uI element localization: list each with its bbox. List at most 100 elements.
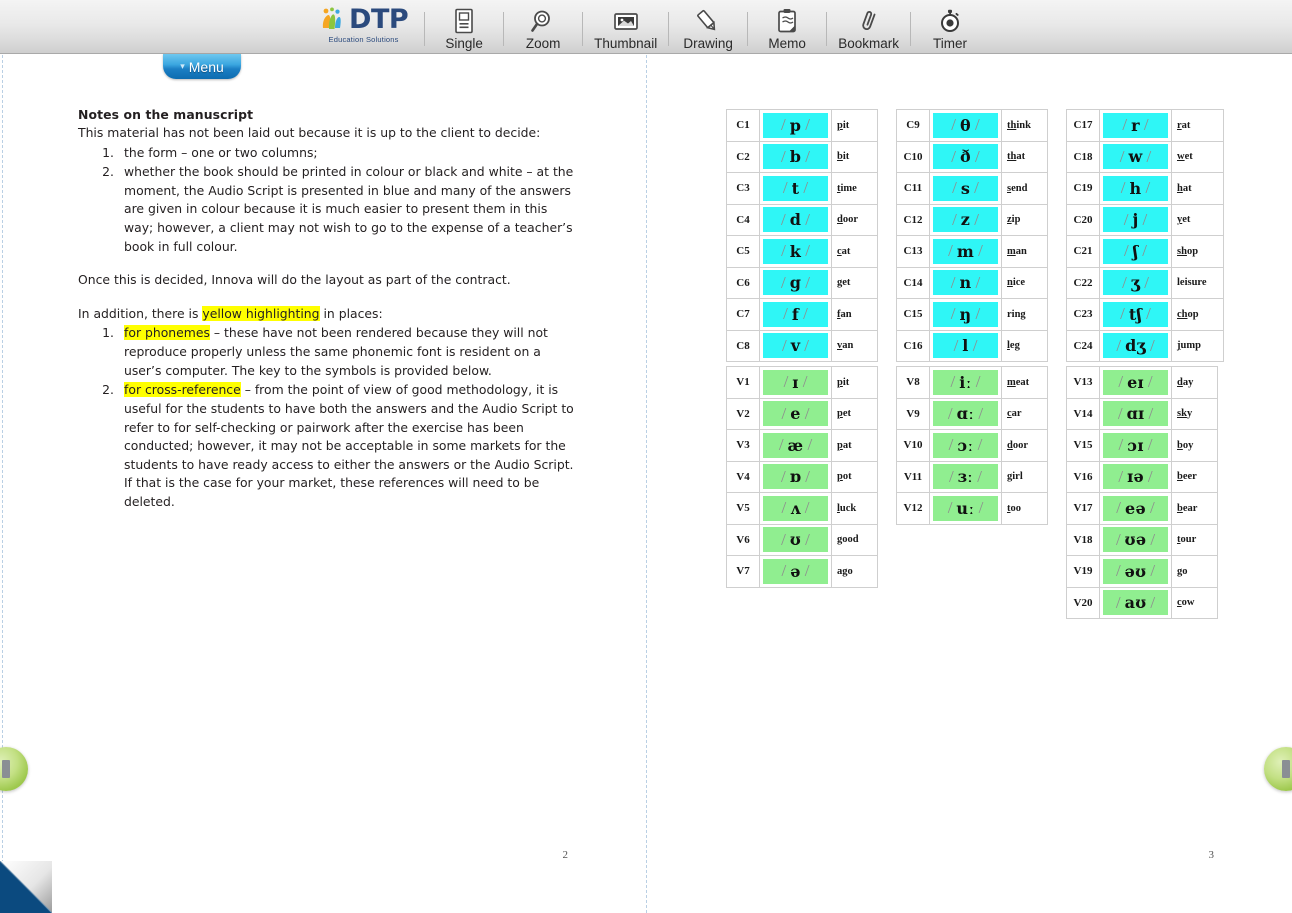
page-curl-corner[interactable] bbox=[0, 860, 53, 913]
phoneme-glyph: t bbox=[791, 178, 800, 198]
table-row: C23/tʃ / chop bbox=[1066, 298, 1224, 331]
toolbar-button-single[interactable]: Single bbox=[427, 0, 501, 54]
vowel-table-1: V1/ɪ / pit V2/e / pet V3/æ / pat V4/ɒ / pot V5/ʌ / luc… bbox=[726, 366, 878, 588]
toolbar-button-drawing[interactable]: Drawing bbox=[671, 0, 745, 54]
single-page-icon bbox=[452, 7, 476, 35]
table-row: V20/aʊ / cow bbox=[1066, 586, 1218, 619]
phoneme-symbol-highlight: / r / bbox=[1103, 112, 1168, 138]
example-word: zip bbox=[1001, 203, 1048, 236]
toolbar-divider bbox=[909, 11, 911, 46]
phoneme-glyph: w bbox=[1128, 147, 1143, 167]
underlined-grapheme: v bbox=[837, 340, 843, 352]
phoneme-glyph: aʊ bbox=[1124, 593, 1147, 613]
menu-tab-label: Menu bbox=[188, 58, 224, 75]
example-word: wet bbox=[1171, 140, 1224, 173]
slash-icon: / bbox=[805, 529, 810, 549]
toolbar-button-zoom[interactable]: Zoom bbox=[506, 0, 580, 54]
table-row: C9/θ / think bbox=[896, 109, 1048, 142]
phoneme-glyph: æ bbox=[787, 435, 804, 455]
slash-icon: / bbox=[1142, 209, 1148, 229]
slash-icon: / bbox=[804, 403, 810, 423]
toolbar-divider bbox=[424, 11, 426, 46]
paperclip-icon bbox=[856, 7, 882, 35]
list-marker: 2. bbox=[102, 382, 114, 398]
table-row: V4/ɒ / pot bbox=[726, 460, 878, 493]
phoneme-symbol-highlight: / j / bbox=[1103, 207, 1168, 233]
example-word: sky bbox=[1171, 397, 1218, 430]
clipboard-note-icon bbox=[776, 7, 798, 35]
pencil-icon bbox=[694, 7, 722, 35]
slash-icon: / bbox=[952, 209, 957, 229]
page-left[interactable]: Notes on the manuscript This material ha… bbox=[0, 55, 646, 913]
page-number-left: 2 bbox=[562, 849, 569, 861]
slash-icon: / bbox=[1119, 146, 1125, 166]
list-text: – from the point of view of good methodo… bbox=[124, 382, 574, 509]
slash-icon: / bbox=[1147, 466, 1153, 486]
underlined-grapheme: th bbox=[1007, 151, 1017, 163]
phoneme-symbol-cell: / æ / bbox=[759, 429, 832, 462]
slash-icon: / bbox=[975, 372, 981, 392]
example-word: tour bbox=[1171, 523, 1218, 556]
phoneme-glyph: tʃ bbox=[1128, 304, 1143, 324]
phoneme-symbol-highlight: / æ / bbox=[763, 432, 828, 458]
toolbar-button-memo[interactable]: Memo bbox=[750, 0, 824, 54]
example-word: door bbox=[831, 203, 878, 236]
phoneme-symbol-highlight: / ɒ / bbox=[763, 464, 828, 490]
slash-icon: / bbox=[802, 372, 808, 392]
phoneme-code: V6 bbox=[726, 523, 760, 556]
ebook-reader-window: DTP Education Solutions Single Zoom Thum… bbox=[0, 0, 1292, 913]
table-row: V8/iː / meat bbox=[896, 366, 1048, 399]
toolbar-label-zoom: Zoom bbox=[525, 35, 561, 51]
phoneme-code: C24 bbox=[1066, 329, 1100, 362]
phoneme-code: V20 bbox=[1066, 586, 1100, 619]
phoneme-glyph: z bbox=[960, 210, 971, 230]
toolbar-label-timer: Timer bbox=[932, 35, 967, 51]
underlined-grapheme: th bbox=[1007, 119, 1017, 131]
phoneme-code: C12 bbox=[896, 203, 930, 236]
underlined-grapheme: y bbox=[1177, 214, 1183, 226]
phoneme-glyph: eɪ bbox=[1127, 372, 1144, 392]
phoneme-symbol-highlight: / d / bbox=[763, 207, 828, 233]
phoneme-symbol-cell: / əʊ / bbox=[1099, 555, 1172, 588]
underlined-grapheme: c bbox=[1177, 597, 1182, 609]
table-row: C5/k / cat bbox=[726, 235, 878, 268]
page-right[interactable]: C1/p / pit C2/b / bit C3/t / time C4/d / door C5/k / c… bbox=[646, 55, 1292, 913]
underlined-grapheme: d bbox=[837, 214, 843, 226]
slash-icon: / bbox=[781, 209, 786, 229]
toolbar-button-thumbnail[interactable]: Thumbnail bbox=[585, 0, 666, 54]
slash-icon: / bbox=[974, 146, 980, 166]
consonant-table-1: C1/p / pit C2/b / bit C3/t / time C4/d / door C5/k / c… bbox=[726, 109, 878, 362]
table-row: V17/eə / bear bbox=[1066, 492, 1218, 525]
phoneme-symbol-cell: / z / bbox=[929, 203, 1002, 236]
phoneme-symbol-cell: / dʒ / bbox=[1099, 329, 1172, 362]
slash-icon: / bbox=[781, 466, 786, 486]
slash-icon: / bbox=[950, 304, 956, 324]
toolbar-divider bbox=[503, 11, 505, 46]
table-row: C10/ð / that bbox=[896, 140, 1048, 173]
phoneme-code: V9 bbox=[896, 397, 930, 430]
list-marker: 1. bbox=[102, 144, 114, 160]
phoneme-symbol-cell: / j / bbox=[1099, 203, 1172, 236]
underlined-grapheme: p bbox=[837, 439, 843, 451]
menu-tab-button[interactable]: ▾ Menu bbox=[163, 54, 241, 79]
phoneme-glyph: ɔː bbox=[957, 435, 974, 455]
slash-icon: / bbox=[782, 178, 788, 198]
list-marker: 2. bbox=[102, 164, 114, 180]
slash-icon: / bbox=[948, 435, 954, 455]
phoneme-symbol-highlight: / ɔː / bbox=[933, 432, 998, 458]
phoneme-symbol-highlight: / h / bbox=[1103, 175, 1168, 201]
phoneme-code: C17 bbox=[1066, 109, 1100, 142]
slash-icon: / bbox=[1117, 403, 1123, 423]
phoneme-code: V11 bbox=[896, 460, 930, 493]
toolbar-button-timer[interactable]: Timer bbox=[913, 0, 987, 54]
example-word: leg bbox=[1001, 329, 1048, 362]
table-row: V18/ʊə / tour bbox=[1066, 523, 1218, 556]
example-word: go bbox=[1171, 555, 1218, 588]
toolbar-button-bookmark[interactable]: Bookmark bbox=[829, 0, 908, 54]
example-word: good bbox=[831, 523, 878, 556]
phoneme-glyph: m bbox=[956, 241, 975, 261]
slash-icon: / bbox=[1143, 115, 1149, 135]
notes-intro: This material has not been laid out beca… bbox=[78, 125, 541, 140]
underlined-grapheme: l bbox=[1007, 340, 1010, 352]
phoneme-symbol-highlight: / s / bbox=[933, 175, 998, 201]
